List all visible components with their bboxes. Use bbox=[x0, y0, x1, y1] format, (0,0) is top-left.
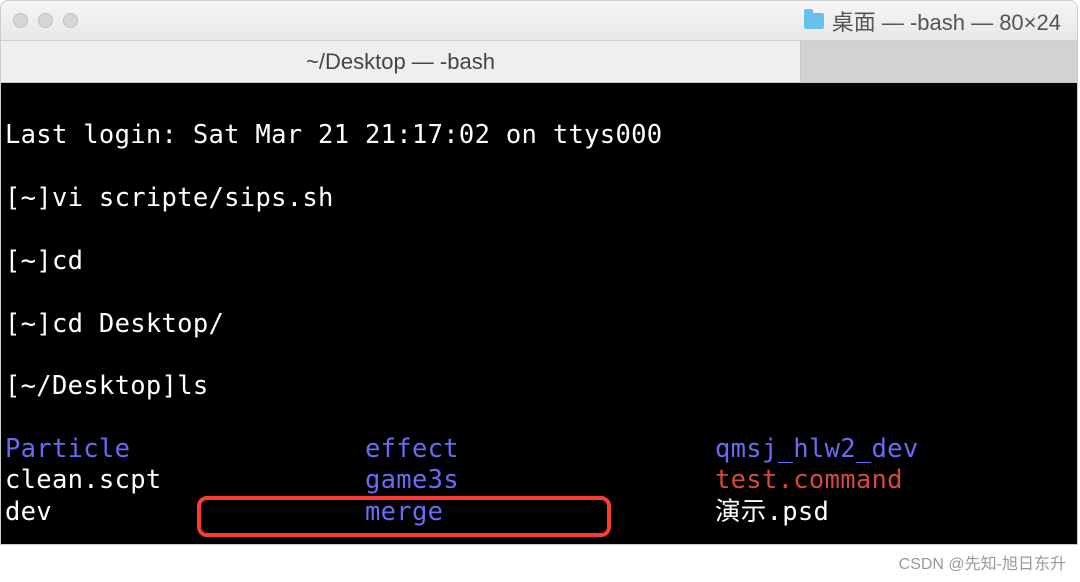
prompt: [~/Desktop] bbox=[5, 371, 177, 401]
window-title: 桌面 — -bash — 80×24 bbox=[804, 5, 1061, 37]
prompt: [~] bbox=[5, 309, 52, 339]
prompt: [~] bbox=[5, 183, 52, 213]
ls-item-file: clean.scpt bbox=[5, 465, 365, 496]
ls-item-dir: effect bbox=[365, 434, 715, 465]
folder-icon bbox=[804, 13, 824, 29]
close-icon[interactable] bbox=[13, 13, 28, 28]
terminal-line: [~]cd bbox=[5, 246, 1073, 277]
ls-item-exec: test.command bbox=[715, 465, 1073, 496]
traffic-lights bbox=[13, 13, 78, 28]
command-text: vi scripte/sips.sh bbox=[52, 183, 334, 213]
tab-empty-area bbox=[801, 41, 1077, 82]
tab-label: ~/Desktop — -bash bbox=[306, 49, 495, 75]
watermark-text: CSDN @先知-旭日东升 bbox=[899, 550, 1066, 574]
prompt: [~] bbox=[5, 246, 52, 276]
ls-item-dir: Particle bbox=[5, 434, 365, 465]
ls-item-dir: merge bbox=[365, 497, 715, 528]
minimize-icon[interactable] bbox=[38, 13, 53, 28]
terminal-content[interactable]: Last login: Sat Mar 21 21:17:02 on ttys0… bbox=[1, 83, 1077, 544]
ls-item-file: dev bbox=[5, 497, 365, 528]
ls-item-dir: qmsj_hlw2_dev bbox=[715, 434, 1073, 465]
terminal-line: [~]vi scripte/sips.sh bbox=[5, 183, 1073, 214]
terminal-line: Last login: Sat Mar 21 21:17:02 on ttys0… bbox=[5, 120, 1073, 151]
terminal-window: 桌面 — -bash — 80×24 ~/Desktop — -bash Las… bbox=[0, 0, 1078, 545]
ls-item-dir: game3s bbox=[365, 465, 715, 496]
ls-output: Particleeffectqmsj_hlw2_dev clean.scptga… bbox=[5, 434, 1073, 528]
maximize-icon[interactable] bbox=[63, 13, 78, 28]
command-text: cd Desktop/ bbox=[52, 309, 224, 339]
terminal-line: [~/Desktop]ls bbox=[5, 371, 1073, 402]
tab-bar: ~/Desktop — -bash bbox=[1, 41, 1077, 83]
ls-item-file: 演示.psd bbox=[715, 497, 1073, 528]
terminal-line: [~]cd Desktop/ bbox=[5, 309, 1073, 340]
command-text: cd bbox=[52, 246, 83, 276]
window-titlebar: 桌面 — -bash — 80×24 bbox=[1, 1, 1077, 41]
tab-active[interactable]: ~/Desktop — -bash bbox=[1, 41, 801, 82]
window-title-text: 桌面 — -bash — 80×24 bbox=[832, 5, 1061, 37]
command-text: ls bbox=[177, 371, 208, 401]
